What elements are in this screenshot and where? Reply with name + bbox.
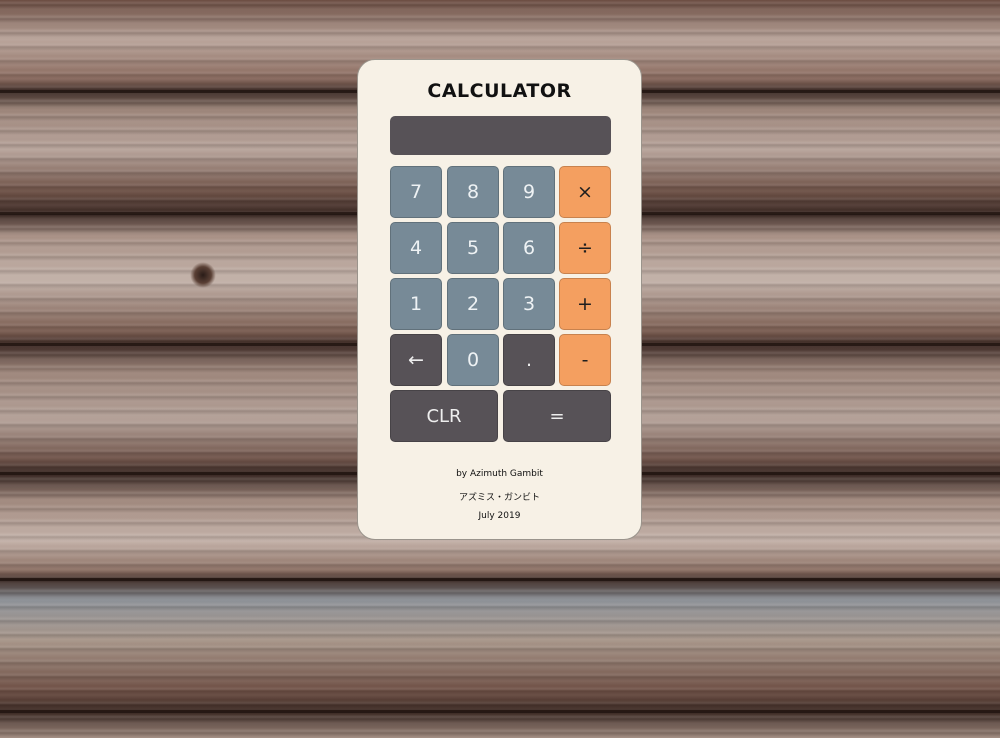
- key-2-button[interactable]: 2: [447, 278, 499, 330]
- multiply-button[interactable]: ×: [559, 166, 611, 218]
- key-4-button[interactable]: 4: [390, 222, 442, 274]
- key-1-button[interactable]: 1: [390, 278, 442, 330]
- key-8-button[interactable]: 8: [447, 166, 499, 218]
- equals-button[interactable]: =: [503, 390, 611, 442]
- subtract-button[interactable]: -: [559, 334, 611, 386]
- key-3-button[interactable]: 3: [503, 278, 555, 330]
- divide-button[interactable]: ÷: [559, 222, 611, 274]
- key-0-button[interactable]: 0: [447, 334, 499, 386]
- key-9-button[interactable]: 9: [503, 166, 555, 218]
- calculator-title: CALCULATOR: [427, 80, 572, 102]
- footer-author-katakana: アズミス・ガンビト: [458, 493, 540, 503]
- key-7-button[interactable]: 7: [390, 166, 442, 218]
- calculator-card: CALCULATOR 7 8 9 × 4 5 6 ÷ 1 2 3 + ← 0 .…: [357, 59, 642, 540]
- decimal-button[interactable]: .: [503, 334, 555, 386]
- add-button[interactable]: +: [559, 278, 611, 330]
- wood-plank-seam: [0, 578, 1000, 581]
- clear-button[interactable]: CLR: [390, 390, 498, 442]
- calculator-display: [390, 116, 611, 155]
- key-6-button[interactable]: 6: [503, 222, 555, 274]
- footer-author: by Azimuth Gambit: [456, 469, 543, 479]
- wood-plank-seam: [0, 710, 1000, 713]
- footer-date: July 2019: [478, 511, 521, 521]
- wood-knot: [190, 262, 216, 288]
- backspace-button[interactable]: ←: [390, 334, 442, 386]
- key-5-button[interactable]: 5: [447, 222, 499, 274]
